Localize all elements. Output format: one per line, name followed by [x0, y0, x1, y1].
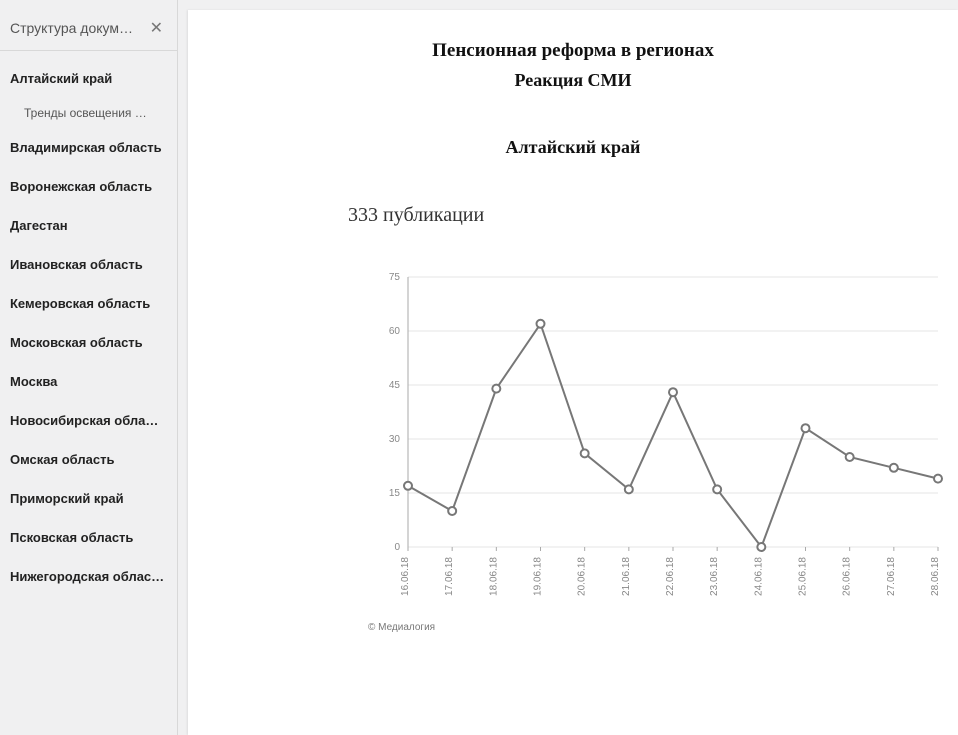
svg-text:22.06.18: 22.06.18	[665, 557, 676, 596]
sidebar-item[interactable]: Ивановская область	[0, 245, 177, 284]
page-title: Пенсионная реформа в регионах	[218, 40, 928, 62]
sidebar-item[interactable]: Московская область	[0, 323, 177, 362]
close-icon[interactable]: ✕	[146, 16, 167, 40]
svg-text:23.06.18: 23.06.18	[709, 557, 720, 596]
svg-text:45: 45	[389, 380, 401, 391]
svg-text:16.06.18: 16.06.18	[400, 557, 411, 596]
publication-count: 333 публикации	[348, 204, 928, 227]
section-heading: Алтайский край	[218, 137, 928, 158]
sidebar-item[interactable]: Кемеровская область	[0, 284, 177, 323]
sidebar-subitem[interactable]: Тренды освещения …	[0, 98, 177, 128]
sidebar-item[interactable]: Алтайский край	[0, 59, 177, 98]
svg-text:20.06.18: 20.06.18	[577, 557, 588, 596]
sidebar-item[interactable]: Воронежская область	[0, 167, 177, 206]
svg-text:17.06.18: 17.06.18	[444, 557, 455, 596]
document-area: Пенсионная реформа в регионах Реакция СМ…	[188, 10, 958, 735]
svg-text:19.06.18: 19.06.18	[533, 557, 544, 596]
sidebar-item[interactable]: Нижегородская облас…	[0, 557, 177, 596]
svg-text:75: 75	[389, 272, 401, 283]
svg-text:28.06.18: 28.06.18	[930, 557, 941, 596]
sidebar-title: Структура докум…	[10, 20, 133, 36]
line-chart: 0 15 30 45 60 75 16.06.18 17.06.18 18.06.18 19.06…	[368, 267, 928, 612]
svg-text:18.06.18: 18.06.18	[488, 557, 499, 596]
sidebar-item[interactable]: Приморский край	[0, 479, 177, 518]
svg-text:24.06.18: 24.06.18	[753, 557, 764, 596]
svg-text:25.06.18: 25.06.18	[798, 557, 809, 596]
svg-text:26.06.18: 26.06.18	[842, 557, 853, 596]
outline-sidebar: Структура докум… ✕ Алтайский крайТренды …	[0, 0, 178, 735]
sidebar-item[interactable]: Новосибирская обла…	[0, 401, 177, 440]
svg-text:21.06.18: 21.06.18	[621, 557, 632, 596]
chart-attribution: © Медиалогия	[368, 622, 928, 633]
sidebar-item[interactable]: Омская область	[0, 440, 177, 479]
svg-text:27.06.18: 27.06.18	[886, 557, 897, 596]
svg-text:30: 30	[389, 434, 401, 445]
sidebar-item[interactable]: Владимирская область	[0, 128, 177, 167]
sidebar-item[interactable]: Дагестан	[0, 206, 177, 245]
svg-text:0: 0	[394, 542, 400, 553]
svg-text:60: 60	[389, 326, 401, 337]
page-subtitle: Реакция СМИ	[218, 70, 928, 91]
sidebar-item[interactable]: Псковская область	[0, 518, 177, 557]
sidebar-item[interactable]: Москва	[0, 362, 177, 401]
svg-text:15: 15	[389, 488, 401, 499]
sidebar-header: Структура докум… ✕	[0, 10, 177, 51]
